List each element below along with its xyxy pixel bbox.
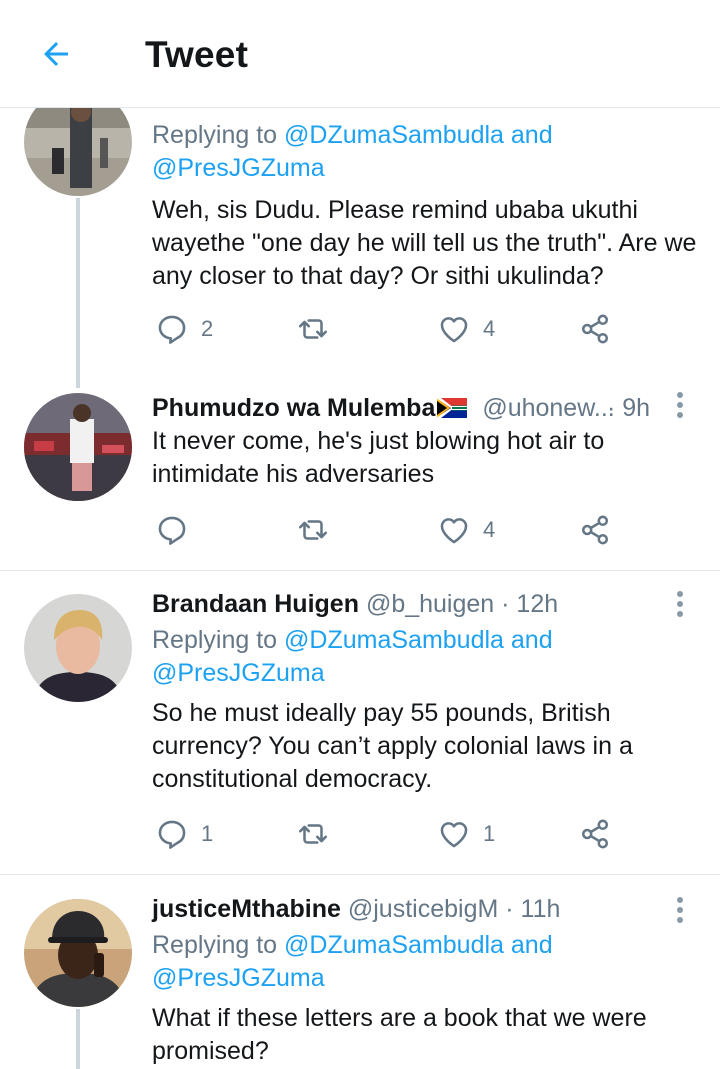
reply-icon xyxy=(158,516,186,545)
tweet-text: Weh, sis Dudu. Please remind ubaba ukuth… xyxy=(152,196,638,224)
tweet-text: intimidate his adversaries xyxy=(152,460,435,488)
tweet-text: currency? You can’t apply colonial laws … xyxy=(152,732,633,760)
timestamp: · 11h xyxy=(505,895,561,923)
display-name[interactable]: Phumudzo wa Mulemba xyxy=(152,394,435,422)
retweet-icon xyxy=(298,520,328,540)
retweet-icon xyxy=(298,319,328,339)
reply-icon xyxy=(158,820,186,849)
tweet-text: So he must ideally pay 55 pounds, Britis… xyxy=(152,699,611,727)
avatar[interactable] xyxy=(24,899,132,1007)
mention-link[interactable]: @DZumaSambudla xyxy=(284,626,504,654)
tweet-text: It never come, he's just blowing hot air… xyxy=(152,427,605,455)
reply-context: Replying to @DZumaSambudla and xyxy=(152,626,553,654)
avatar[interactable] xyxy=(24,594,132,702)
more-options-button[interactable] xyxy=(670,897,690,927)
mention-link[interactable]: @DZumaSambudla xyxy=(284,121,504,149)
tweet-author-line: justiceMthabine @justicebigM · 11h xyxy=(152,893,560,926)
tweet-item[interactable]: Phumudzo wa Mulemba @uhonew... · 9h It n… xyxy=(0,370,720,570)
page-title: Tweet xyxy=(145,34,249,75)
retweet-button[interactable] xyxy=(296,814,330,854)
thread-line xyxy=(76,1009,80,1069)
mention-link[interactable]: @DZumaSambudla xyxy=(284,931,504,959)
display-name[interactable]: justiceMthabine xyxy=(152,895,341,923)
reply-context: Replying to @DZumaSambudla and xyxy=(152,121,553,149)
tweet-author-line: Brandaan Huigen @b_huigen · 12h xyxy=(152,588,558,621)
reply-button[interactable]: 2 xyxy=(155,309,213,349)
more-options-button[interactable] xyxy=(670,591,690,621)
share-button[interactable] xyxy=(578,510,612,550)
user-handle: @justicebigM xyxy=(347,895,499,923)
heart-icon xyxy=(440,822,468,848)
tweet-author-line: Phumudzo wa Mulemba @uhonew... xyxy=(152,392,615,425)
tweet-text: What if these letters are a book that we… xyxy=(152,1004,647,1032)
tweet-text: constitutional democracy. xyxy=(152,765,433,793)
back-button[interactable] xyxy=(34,32,78,76)
mention-link[interactable]: @PresJGZuma xyxy=(152,657,325,690)
retweet-button[interactable] xyxy=(296,510,330,550)
thread-line xyxy=(76,198,80,388)
mention-link[interactable]: @PresJGZuma xyxy=(152,152,325,185)
mention-link[interactable]: @PresJGZuma xyxy=(152,962,325,995)
user-handle: @uhonew... xyxy=(482,394,615,422)
user-handle: @b_huigen xyxy=(365,590,495,618)
tweet-item[interactable]: Brandaan Huigen @b_huigen · 12h Replying… xyxy=(0,571,720,874)
like-button[interactable]: 4 xyxy=(437,510,495,550)
tweet-item[interactable]: justiceMthabine @justicebigM · 11h Reply… xyxy=(0,875,720,1069)
avatar[interactable] xyxy=(24,393,132,501)
display-name[interactable]: Brandaan Huigen xyxy=(152,590,359,618)
reply-button[interactable]: 1 xyxy=(155,814,213,854)
tweet-text: wayethe "one day he will tell us the tru… xyxy=(152,229,697,257)
heart-icon xyxy=(440,317,468,343)
tweet-text: promised? xyxy=(152,1037,269,1065)
reply-button[interactable] xyxy=(155,510,189,550)
share-button[interactable] xyxy=(578,814,612,854)
more-options-button[interactable] xyxy=(670,392,690,422)
retweet-icon xyxy=(298,824,328,844)
retweet-button[interactable] xyxy=(296,309,330,349)
top-app-bar: Tweet xyxy=(0,0,720,108)
like-button[interactable]: 4 xyxy=(437,309,495,349)
share-icon xyxy=(581,515,609,545)
south-africa-flag-icon xyxy=(437,397,468,419)
share-icon xyxy=(581,819,609,849)
timestamp: · 9h xyxy=(607,394,651,422)
reply-icon xyxy=(158,315,186,344)
heart-icon xyxy=(440,518,468,544)
tweet-text: any closer to that day? Or sithi ukulind… xyxy=(152,262,604,290)
arrow-left-icon xyxy=(44,42,68,66)
like-button[interactable]: 1 xyxy=(437,814,495,854)
reply-context: Replying to @DZumaSambudla and xyxy=(152,931,553,959)
timestamp: · 12h xyxy=(501,590,559,618)
share-icon xyxy=(581,314,609,344)
share-button[interactable] xyxy=(578,309,612,349)
